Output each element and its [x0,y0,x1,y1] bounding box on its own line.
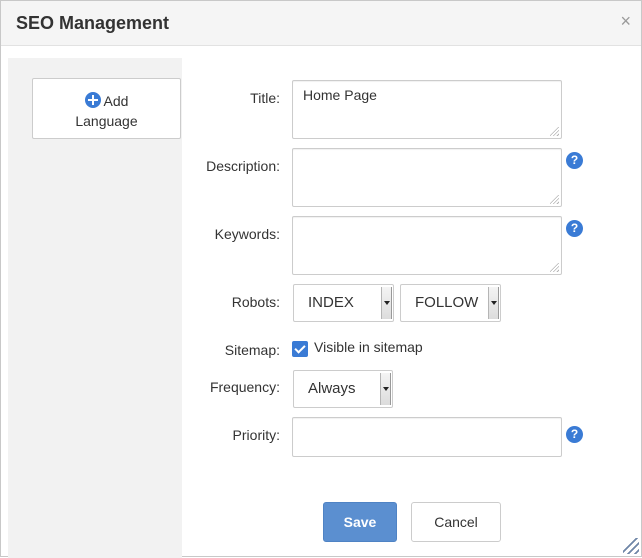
chevron-down-icon [380,373,391,405]
keywords-textarea[interactable] [292,216,562,275]
add-language-button[interactable]: Add Language [32,78,181,139]
title-value: Home Page [303,87,377,103]
priority-help-icon[interactable]: ? [566,426,583,443]
add-language-label-line2: Language [75,113,138,129]
keywords-help-icon[interactable]: ? [566,220,583,237]
resize-grip-icon[interactable] [550,263,559,272]
robots-index-value: INDEX [308,294,354,311]
description-help-icon[interactable]: ? [566,152,583,169]
robots-follow-value: FOLLOW [415,294,479,311]
sitemap-checkbox[interactable] [292,341,308,357]
robots-label: Robots: [231,294,280,310]
priority-label: Priority: [232,427,280,443]
seo-management-dialog: SEO Management × Add Language Title: Hom… [0,0,642,558]
resize-grip-icon[interactable] [550,195,559,204]
priority-input[interactable] [292,417,562,457]
sitemap-label: Sitemap: [224,342,280,358]
add-language-label-line1: Add [103,93,129,109]
plus-circle-icon [84,92,101,108]
frequency-select[interactable]: Always [293,370,393,408]
language-sidebar: Add Language [8,58,182,558]
description-label: Description: [206,158,280,174]
close-icon[interactable]: × [620,12,631,30]
robots-index-select[interactable]: INDEX [293,284,394,322]
chevron-down-icon [488,287,499,319]
keywords-label: Keywords: [214,226,280,242]
save-button[interactable]: Save [323,502,397,542]
dialog-header: SEO Management × [1,1,641,46]
frequency-label: Frequency: [209,379,280,395]
title-textarea[interactable]: Home Page [292,80,562,139]
dialog-resize-grip-icon[interactable] [623,538,639,554]
dialog-title: SEO Management [16,13,170,33]
robots-follow-select[interactable]: FOLLOW [400,284,501,322]
title-label: Title: [250,90,280,106]
chevron-down-icon [381,287,392,319]
frequency-value: Always [308,380,356,397]
cancel-button[interactable]: Cancel [411,502,501,542]
sitemap-checkbox-label[interactable]: Visible in sitemap [314,339,423,355]
resize-grip-icon[interactable] [550,127,559,136]
description-textarea[interactable] [292,148,562,207]
